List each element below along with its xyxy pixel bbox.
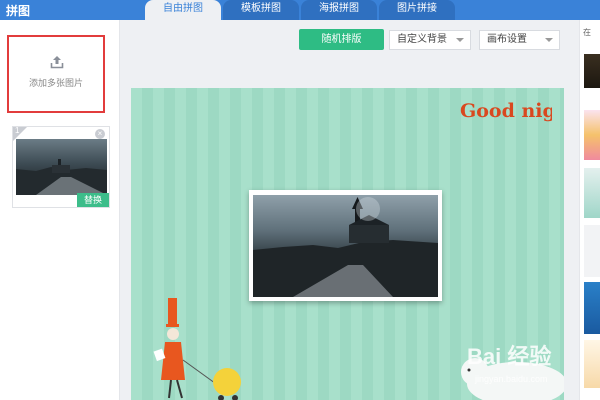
upload-icon	[50, 56, 64, 69]
custom-background-label: 自定义背景	[397, 34, 447, 45]
good-night-text: Good night	[460, 100, 552, 122]
image-thumbnail-card[interactable]: 1 × 替换	[12, 126, 110, 208]
custom-background-select[interactable]: 自定义背景	[389, 30, 471, 50]
canvas-settings-label: 画布设置	[487, 34, 527, 45]
sticker-thumb[interactable]	[584, 282, 600, 334]
tab-bar: 自由拼图 模板拼图 海报拼图 图片拼接	[145, 0, 457, 20]
remove-thumbnail-icon[interactable]: ×	[95, 129, 105, 139]
sticker-thumb[interactable]	[584, 110, 600, 160]
thumbnail-image	[16, 139, 107, 195]
random-layout-button[interactable]: 随机排版	[299, 29, 384, 50]
right-panel: 在	[579, 20, 600, 400]
chevron-down-icon	[456, 38, 464, 42]
thumbnail-index: 1	[15, 126, 20, 135]
baidu-jingyan-watermark: Bai 经验 jingyan.baidu.com	[461, 334, 564, 400]
app-title: 拼图	[6, 4, 31, 18]
sticker-thumb[interactable]	[584, 340, 600, 388]
tab-image-stitch[interactable]: 图片拼接	[379, 0, 455, 20]
sticker-thumb[interactable]	[584, 225, 600, 277]
sticker-thumb[interactable]	[584, 168, 600, 218]
watermark-url: jingyan.baidu.com	[474, 374, 548, 384]
add-images-label: 添加多张图片	[28, 78, 83, 88]
chevron-down-icon	[545, 38, 553, 42]
canvas-settings-select[interactable]: 画布设置	[479, 30, 560, 50]
good-night-sticker[interactable]: Good night	[458, 93, 552, 127]
tab-free-collage[interactable]: 自由拼图	[145, 0, 221, 20]
walking-figure-illustration	[153, 298, 241, 400]
collage-photo[interactable]	[249, 190, 442, 301]
right-panel-label: 在	[583, 28, 591, 37]
top-bar: 拼图 自由拼图 模板拼图 海报拼图 图片拼接	[0, 0, 600, 20]
add-images-button[interactable]: 添加多张图片	[7, 35, 105, 113]
tab-template-collage[interactable]: 模板拼图	[223, 0, 299, 20]
replace-button[interactable]: 替换	[77, 193, 109, 207]
left-panel: 添加多张图片 1 × 替换	[0, 20, 120, 400]
collage-canvas[interactable]: Good night	[131, 88, 564, 400]
tab-poster-collage[interactable]: 海报拼图	[301, 0, 377, 20]
sticker-thumb[interactable]	[584, 54, 600, 88]
church-photo	[253, 195, 438, 297]
watermark-logo: Bai 经验	[467, 344, 551, 369]
